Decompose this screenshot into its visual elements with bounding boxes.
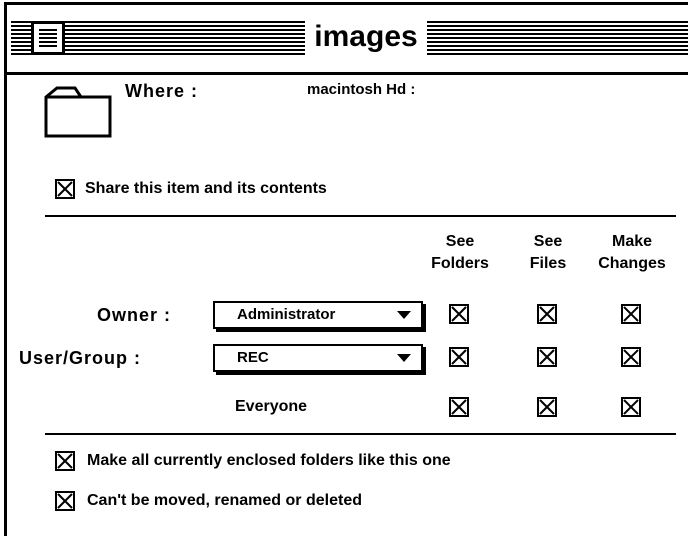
- everyone-label: Everyone: [235, 398, 308, 415]
- column-header-line: See: [533, 233, 563, 250]
- window-title: images: [305, 15, 427, 59]
- x-checkbox-icon: [451, 399, 467, 415]
- user-group-label: User/Group :: [19, 348, 142, 368]
- owner-see-folders-checkbox[interactable]: [449, 304, 469, 324]
- user-group-select-value: REC: [237, 349, 269, 366]
- x-checkbox-icon: [539, 399, 555, 415]
- user-group-make-changes-checkbox[interactable]: [621, 347, 641, 367]
- x-checkbox-icon: [57, 181, 73, 197]
- locked-checkbox[interactable]: [55, 491, 75, 511]
- column-header-line: See: [445, 233, 475, 250]
- owner-see-files-checkbox[interactable]: [537, 304, 557, 324]
- where-label: Where :: [125, 81, 199, 101]
- divider: [45, 433, 676, 435]
- owner-label: Owner :: [97, 305, 172, 325]
- where-value: macintosh Hd :: [307, 81, 416, 98]
- x-checkbox-icon: [57, 453, 73, 469]
- share-checkbox[interactable]: [55, 179, 75, 199]
- everyone-make-changes-checkbox[interactable]: [621, 397, 641, 417]
- x-checkbox-icon: [623, 349, 639, 365]
- owner-make-changes-checkbox[interactable]: [621, 304, 641, 324]
- x-checkbox-icon: [57, 493, 73, 509]
- owner-select-value: Administrator: [237, 306, 336, 323]
- user-group-select[interactable]: REC: [213, 344, 423, 372]
- divider: [45, 215, 676, 217]
- enclosed-folders-checkbox[interactable]: [55, 451, 75, 471]
- x-checkbox-icon: [451, 349, 467, 365]
- chevron-down-icon: [397, 354, 411, 362]
- everyone-see-files-checkbox[interactable]: [537, 397, 557, 417]
- sharing-window: images Where : macintosh Hd : Share this…: [4, 2, 688, 536]
- column-header-line: Files: [529, 255, 567, 272]
- folder-icon: [43, 85, 113, 144]
- title-bar-stripes: [427, 21, 688, 57]
- column-header-make-changes: Make Changes: [587, 231, 677, 275]
- column-header-line: Make: [611, 233, 653, 250]
- column-header-see-files: See Files: [503, 231, 593, 275]
- x-checkbox-icon: [539, 306, 555, 322]
- chevron-down-icon: [397, 311, 411, 319]
- x-checkbox-icon: [623, 306, 639, 322]
- x-checkbox-icon: [623, 399, 639, 415]
- user-group-see-folders-checkbox[interactable]: [449, 347, 469, 367]
- title-bar[interactable]: images: [7, 5, 688, 75]
- everyone-see-folders-checkbox[interactable]: [449, 397, 469, 417]
- share-label: Share this item and its contents: [85, 180, 327, 197]
- x-checkbox-icon: [451, 306, 467, 322]
- column-header-line: Changes: [598, 255, 666, 272]
- enclosed-folders-label: Make all currently enclosed folders like…: [87, 452, 451, 469]
- column-header-see-folders: See Folders: [415, 231, 505, 275]
- user-group-see-files-checkbox[interactable]: [537, 347, 557, 367]
- x-checkbox-icon: [539, 349, 555, 365]
- column-header-line: Folders: [431, 255, 489, 272]
- owner-select[interactable]: Administrator: [213, 301, 423, 329]
- locked-label: Can't be moved, renamed or deleted: [87, 492, 362, 509]
- close-box-icon[interactable]: [31, 21, 65, 55]
